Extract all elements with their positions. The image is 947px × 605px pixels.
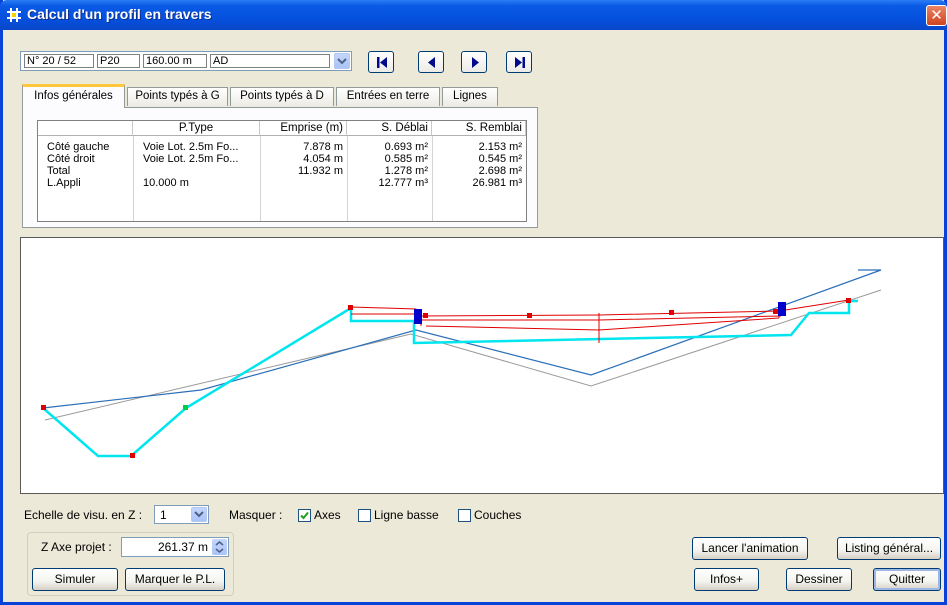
last-profile-button[interactable]: [506, 51, 532, 73]
grid-icon: [7, 8, 21, 22]
column-divider: [133, 136, 134, 221]
table-cell: L.Appli: [47, 177, 81, 189]
table-header-emprise: Emprise (m): [260, 121, 347, 136]
profile-side: AD: [210, 54, 330, 68]
next-profile-button[interactable]: [461, 51, 487, 73]
title-bar[interactable]: Calcul d'un profil en travers ✕: [0, 0, 947, 30]
chevron-down-icon[interactable]: [191, 507, 207, 522]
point-marker: [773, 309, 778, 314]
table-cell: Côté gauche: [47, 141, 110, 153]
tab-lignes[interactable]: Lignes: [442, 87, 498, 106]
border-block: [414, 309, 422, 324]
grey-line: [44, 289, 882, 421]
spinner-arrows-icon: [215, 540, 224, 554]
table-header-blank: [38, 121, 133, 136]
couches-label: Couches: [474, 508, 522, 522]
table-cell: 4.054 m: [303, 153, 343, 165]
table-cell: Voie Lot. 2.5m Fo...: [143, 153, 239, 165]
profile-number: N° 20 / 52: [24, 54, 94, 68]
chevron-down-icon[interactable]: [334, 53, 350, 69]
scale-value: 1: [160, 508, 167, 522]
window-title: Calcul d'un profil en travers: [27, 6, 212, 22]
table-cell: 7.878 m: [303, 141, 343, 153]
next-icon: [472, 57, 479, 68]
axes-label: Axes: [314, 508, 341, 522]
point-marker: [846, 298, 851, 303]
profile-select[interactable]: N° 20 / 52 P20 160.00 m AD: [20, 51, 352, 71]
table-header-remblai: S. Remblai: [432, 121, 526, 136]
table-cell: Côté droit: [47, 153, 95, 165]
border-block: [778, 302, 786, 316]
tab-infos-generales[interactable]: Infos générales: [22, 84, 125, 108]
scale-select[interactable]: 1: [154, 505, 209, 524]
dessiner-button[interactable]: Dessiner: [786, 568, 852, 591]
table-cell: 12.777 m³: [378, 177, 428, 189]
blue-line: [42, 269, 882, 409]
ligne-basse-label: Ligne basse: [374, 508, 439, 522]
z-axis-input[interactable]: 261.37 m: [121, 537, 229, 557]
table-cell: 26.981 m³: [472, 177, 522, 189]
tab-entrees-en-terre[interactable]: Entrées en terre: [336, 87, 440, 106]
table-cell: 10.000 m: [143, 177, 189, 189]
table-cell: 0.545 m²: [478, 153, 522, 165]
profile-abscissa: 160.00 m: [143, 54, 207, 68]
first-profile-button[interactable]: [368, 51, 394, 73]
table-cell: 11.932 m: [297, 165, 343, 177]
table-cell: 1.278 m²: [384, 165, 428, 177]
ligne-basse-checkbox[interactable]: [358, 509, 371, 522]
quitter-button[interactable]: Quitter: [873, 568, 941, 591]
table-cell: [143, 165, 258, 177]
summary-table[interactable]: P.Type Emprise (m) S. Déblai S. Remblai …: [37, 120, 527, 222]
table-cell: Voie Lot. 2.5m Fo...: [143, 141, 239, 153]
checkmark-icon: [300, 511, 309, 520]
point-marker: [348, 305, 353, 310]
point-marker: [527, 313, 532, 318]
first-icon: [377, 57, 387, 68]
table-cell: 0.693 m²: [384, 141, 428, 153]
mask-label: Masquer :: [229, 508, 283, 522]
table-header-ptype: P.Type: [133, 121, 260, 136]
infos-plus-button[interactable]: Infos+: [694, 568, 759, 591]
profile-name: P20: [97, 54, 140, 68]
z-axis-value: 261.37 m: [157, 540, 208, 554]
z-axis-label: Z Axe projet :: [41, 540, 112, 554]
lancer-animation-button[interactable]: Lancer l'animation: [692, 537, 808, 560]
point-marker: [41, 405, 46, 410]
tab-points-types-g[interactable]: Points typés à G: [127, 87, 228, 106]
table-header-deblai: S. Déblai: [347, 121, 432, 136]
point-markers: [41, 298, 851, 458]
last-icon: [515, 57, 525, 68]
axes-checkbox[interactable]: [298, 509, 311, 522]
table-cell: 0.585 m²: [384, 153, 428, 165]
couches-checkbox[interactable]: [458, 509, 471, 522]
profile-canvas[interactable]: [20, 237, 944, 494]
simuler-button[interactable]: Simuler: [32, 568, 118, 591]
close-icon: ✕: [930, 6, 943, 24]
terrain-line: [42, 299, 858, 458]
table-cell: 2.153 m²: [478, 141, 522, 153]
scale-label: Echelle de visu. en Z :: [24, 508, 143, 522]
cross-section-drawing: [41, 269, 882, 458]
table-cell: [260, 177, 343, 189]
point-marker: [183, 405, 188, 410]
infos-generales-panel: P.Type Emprise (m) S. Déblai S. Remblai …: [22, 107, 538, 228]
spinner[interactable]: [212, 539, 227, 555]
previous-icon: [428, 57, 435, 68]
marquer-pl-button[interactable]: Marquer le P.L.: [125, 568, 225, 591]
previous-profile-button[interactable]: [418, 51, 444, 73]
point-marker: [130, 453, 135, 458]
tab-points-types-d[interactable]: Points typés à D: [230, 87, 334, 106]
table-cell: Total: [47, 165, 71, 177]
point-marker: [669, 310, 674, 315]
table-cell: 2.698 m²: [478, 165, 522, 177]
listing-general-button[interactable]: Listing général...: [837, 537, 941, 560]
close-button[interactable]: ✕: [926, 5, 947, 26]
point-marker: [423, 313, 428, 318]
